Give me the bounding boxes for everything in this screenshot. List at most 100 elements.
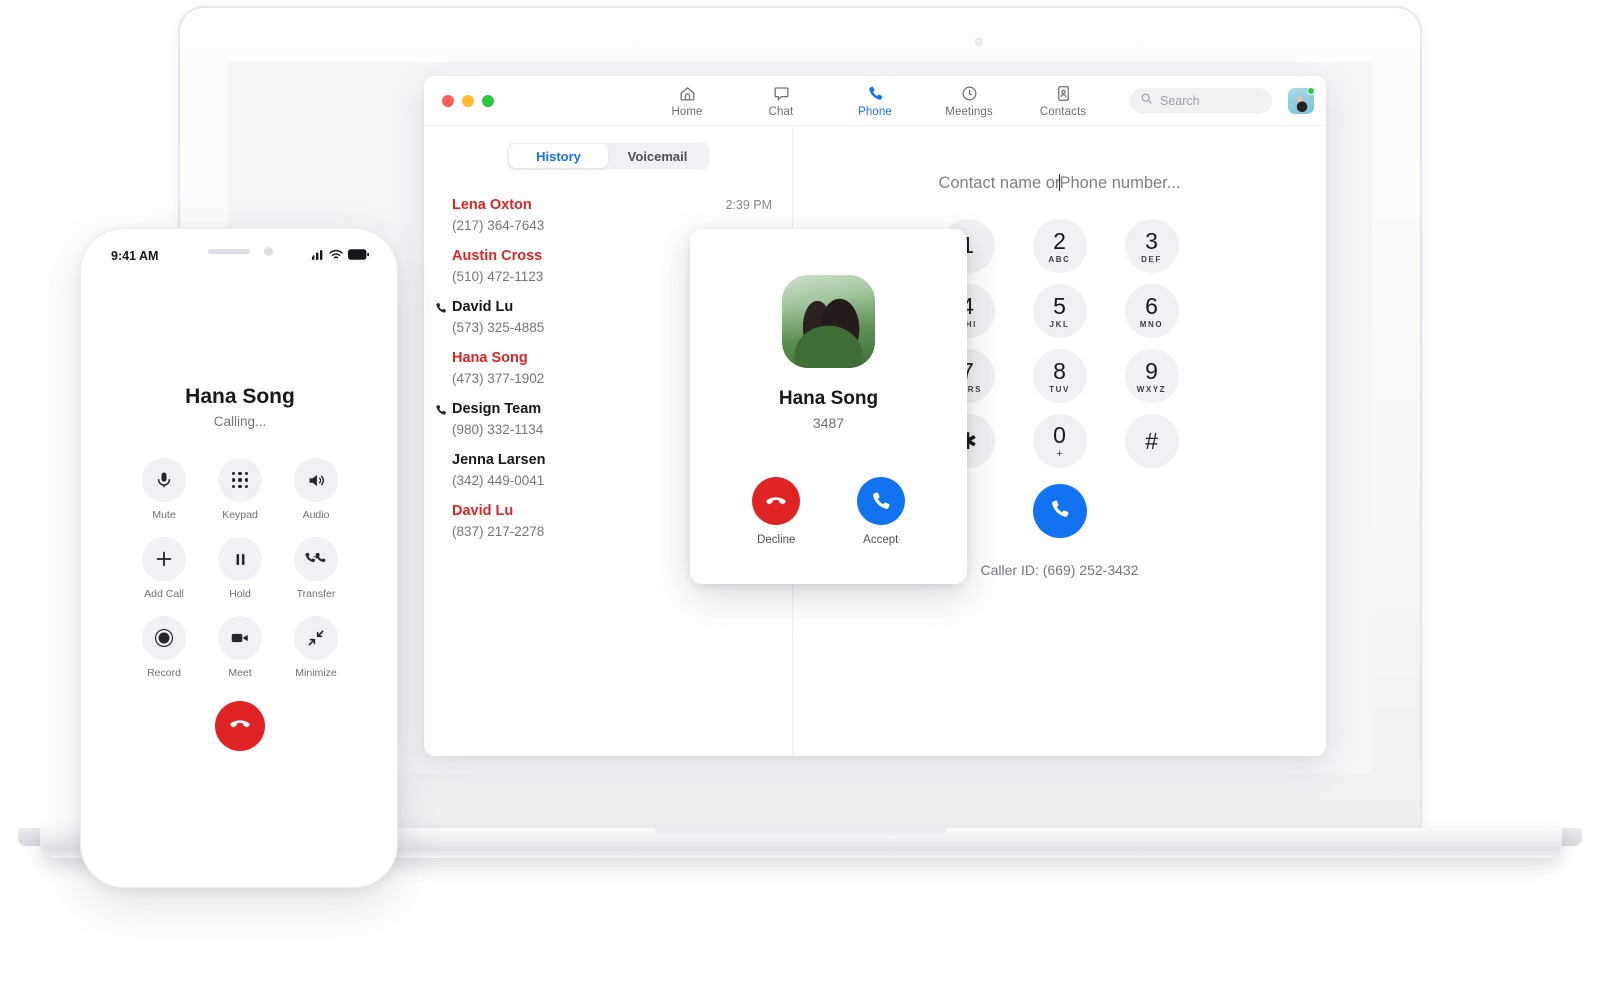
outgoing-call-icon bbox=[434, 403, 448, 417]
call-number: (510) 472-1123 bbox=[452, 269, 544, 284]
search-input[interactable]: Search bbox=[1130, 87, 1272, 114]
control-label: Transfer bbox=[296, 588, 336, 600]
call-number: (837) 217-2278 bbox=[452, 524, 545, 539]
nav-label-phone: Phone bbox=[858, 105, 892, 118]
key-letters: TUV bbox=[1049, 384, 1070, 394]
active-call-state: Calling... bbox=[213, 414, 267, 429]
call-time: 2:39 PM bbox=[725, 198, 772, 212]
phone-hangup-icon bbox=[752, 477, 801, 525]
control-label: Audio bbox=[302, 509, 330, 521]
incoming-call-actions: Decline Accept bbox=[690, 477, 967, 546]
dialpad-key-3[interactable]: 3 DEF bbox=[1124, 219, 1179, 273]
clock-icon bbox=[960, 84, 979, 103]
nav-label-home: Home bbox=[671, 105, 703, 118]
keypad-button[interactable]: Keypad bbox=[218, 458, 262, 521]
call-name: Jenna Larsen bbox=[452, 452, 546, 468]
dialpad-icon bbox=[218, 458, 262, 502]
dialpad-key-5[interactable]: 5 JKL bbox=[1032, 284, 1087, 338]
nav-label-meetings: Meetings bbox=[945, 105, 993, 118]
chat-icon bbox=[772, 84, 791, 103]
earpiece-speaker bbox=[207, 249, 250, 254]
status-indicators bbox=[308, 247, 369, 265]
search-placeholder: Search bbox=[1160, 93, 1200, 108]
add-call-button[interactable]: Add Call bbox=[142, 537, 186, 600]
nav-item-contacts[interactable]: Contacts bbox=[1033, 84, 1093, 118]
key-letters: + bbox=[1056, 447, 1063, 460]
outgoing-call-icon bbox=[434, 301, 448, 315]
avatar[interactable] bbox=[1288, 86, 1315, 114]
laptop-camera-icon bbox=[975, 38, 983, 46]
dialpad-key-9[interactable]: 9 WXYZ bbox=[1124, 349, 1179, 403]
phone-mockup: 9:41 AM Hana Song Calling... Mute Keypad… bbox=[80, 228, 398, 888]
key-digit: 2 bbox=[1053, 227, 1066, 254]
dialpad-key-6[interactable]: 6 MNO bbox=[1124, 284, 1179, 338]
nav-item-phone[interactable]: Phone bbox=[845, 84, 905, 118]
dialpad-key-2[interactable]: 2 ABC bbox=[1032, 219, 1087, 273]
active-call-name: Hana Song bbox=[185, 385, 295, 408]
key-digit: 8 bbox=[1053, 357, 1066, 384]
transfer-button[interactable]: Transfer bbox=[294, 537, 338, 600]
decline-label: Decline bbox=[757, 534, 796, 546]
caller-photo bbox=[782, 275, 875, 368]
phone-icon bbox=[866, 84, 885, 103]
call-number: (217) 364-7643 bbox=[452, 218, 545, 233]
main-nav: Home Chat Phone Meetings Contacts bbox=[657, 84, 1093, 118]
key-digit: 0 bbox=[1053, 421, 1066, 448]
microphone-icon bbox=[142, 458, 186, 502]
transfer-icon bbox=[294, 537, 338, 581]
battery-icon bbox=[348, 247, 369, 265]
key-letters: DEF bbox=[1141, 254, 1162, 264]
pause-icon bbox=[218, 537, 262, 581]
call-name: Hana Song bbox=[452, 350, 528, 366]
call-name: Lena Oxton bbox=[452, 197, 532, 213]
record-button[interactable]: Record bbox=[142, 616, 186, 679]
status-time: 9:41 AM bbox=[111, 249, 159, 263]
control-label: Add Call bbox=[144, 588, 184, 600]
dialpad-key-0[interactable]: 0 + bbox=[1032, 414, 1087, 468]
home-icon bbox=[678, 84, 697, 103]
record-icon bbox=[142, 616, 186, 660]
mute-button[interactable]: Mute bbox=[142, 458, 186, 521]
caller-name: Hana Song bbox=[778, 388, 879, 409]
dialpad-key-hash[interactable]: # bbox=[1124, 414, 1179, 468]
dialpad-placeholder-after: Phone number... bbox=[1059, 174, 1181, 192]
active-call-header: Hana Song Calling... bbox=[91, 385, 389, 429]
accept-button[interactable]: Accept bbox=[856, 477, 905, 546]
minimize-icon bbox=[294, 616, 338, 660]
control-label: Meet bbox=[228, 667, 252, 679]
nav-label-contacts: Contacts bbox=[1039, 105, 1087, 118]
accept-label: Accept bbox=[863, 534, 899, 546]
minimize-button[interactable] bbox=[462, 94, 474, 107]
decline-button[interactable]: Decline bbox=[752, 477, 801, 546]
nav-item-home[interactable]: Home bbox=[657, 84, 717, 118]
key-digit: 3 bbox=[1145, 227, 1158, 254]
call-number: (573) 325-4885 bbox=[452, 320, 545, 335]
hold-button[interactable]: Hold bbox=[218, 537, 262, 600]
nav-item-meetings[interactable]: Meetings bbox=[939, 84, 999, 118]
control-label: Mute bbox=[152, 509, 176, 521]
audio-button[interactable]: Audio bbox=[294, 458, 338, 521]
meet-button[interactable]: Meet bbox=[218, 616, 262, 679]
status-badge bbox=[1307, 86, 1315, 95]
video-camera-icon bbox=[218, 616, 262, 660]
key-digit: 5 bbox=[1053, 292, 1066, 319]
key-digit: 6 bbox=[1145, 292, 1158, 319]
window-titlebar: Home Chat Phone Meetings Contacts Search bbox=[424, 76, 1326, 126]
phone-hangup-icon bbox=[227, 711, 253, 742]
phone-icon bbox=[856, 477, 905, 525]
incoming-call-modal: Hana Song 3487 Decline Accept bbox=[690, 229, 967, 584]
tab-voicemail[interactable]: Voicemail bbox=[608, 144, 707, 168]
dialpad-input[interactable]: Contact name orPhone number... bbox=[793, 174, 1326, 193]
minimize-button[interactable]: Minimize bbox=[294, 616, 338, 679]
nav-item-chat[interactable]: Chat bbox=[751, 84, 811, 118]
dialpad-key-8[interactable]: 8 TUV bbox=[1032, 349, 1087, 403]
maximize-button[interactable] bbox=[482, 94, 494, 107]
tab-history[interactable]: History bbox=[509, 144, 608, 168]
nav-label-chat: Chat bbox=[768, 105, 794, 118]
dial-call-button[interactable] bbox=[1032, 484, 1087, 538]
call-number: (473) 377-1902 bbox=[452, 371, 545, 386]
control-label: Minimize bbox=[295, 667, 337, 679]
key-digit: 9 bbox=[1145, 357, 1158, 384]
end-call-button[interactable] bbox=[215, 701, 265, 751]
close-button[interactable] bbox=[442, 94, 454, 107]
